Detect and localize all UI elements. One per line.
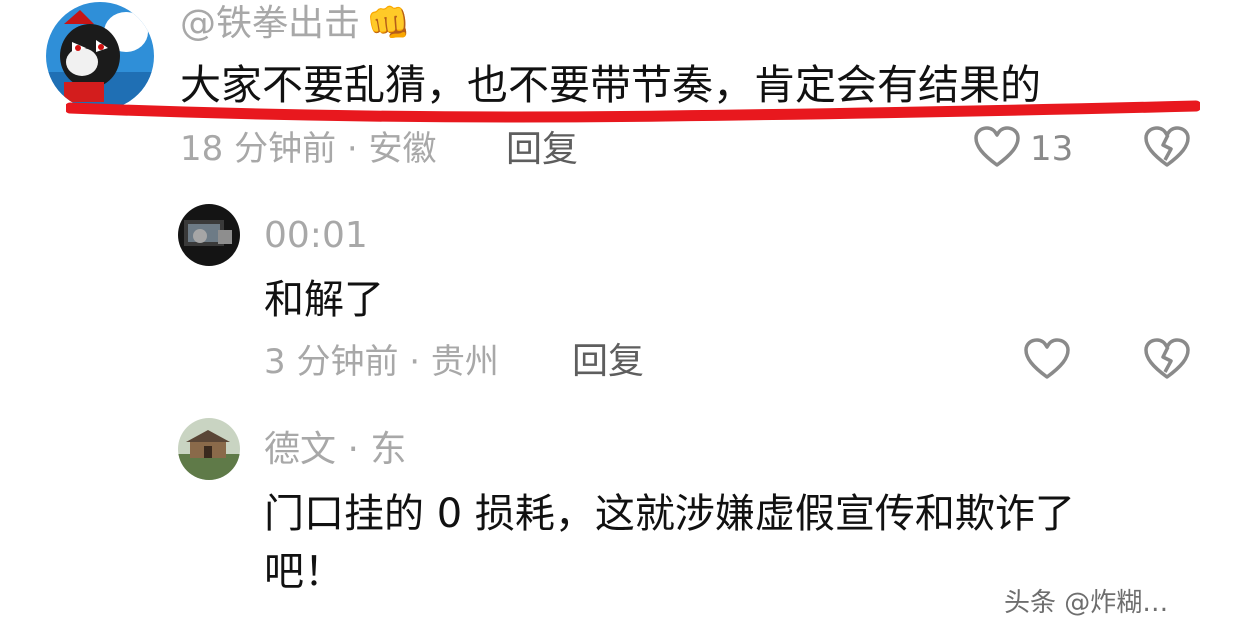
username-text: @铁拳出击 [180,3,361,44]
heart-outline-icon[interactable] [974,126,1020,168]
comment-3-text-line-1: 门口挂的 0 损耗，这就涉嫌虚假宣传和欺诈了 [264,491,1075,537]
comment-1-reply-button[interactable]: 回复 [506,132,578,168]
watermark: 头条 @炸糊… [1004,588,1169,618]
comment-1-meta: 18 分钟前 · 安徽 [180,129,437,169]
heart-outline-icon[interactable] [1024,338,1070,380]
comment-3-username[interactable]: 德文 · 东 [264,432,406,468]
comment-3-text-line-2: 吧！ [264,549,344,595]
avatar-0001[interactable] [178,204,240,266]
comment-2-text: 和解了 [264,277,384,323]
comment-1-username[interactable]: @铁拳出击 👊 [180,6,411,42]
avatar-dewen[interactable] [178,418,240,480]
broken-heart-icon[interactable] [1144,338,1190,380]
broken-heart-icon[interactable] [1144,126,1190,168]
comment-2-meta: 3 分钟前 · 贵州 [264,342,499,382]
comment-1-text: 大家不要乱猜，也不要带节奏，肯定会有结果的 [180,61,1041,109]
comment-1-like-count: 13 [1030,129,1074,169]
avatar-tiequanchuji[interactable] [46,2,154,110]
comment-2-reply-button[interactable]: 回复 [572,344,644,380]
comment-2-username[interactable]: 00:01 [264,218,368,254]
fist-emoji-icon: 👊 [366,3,411,44]
